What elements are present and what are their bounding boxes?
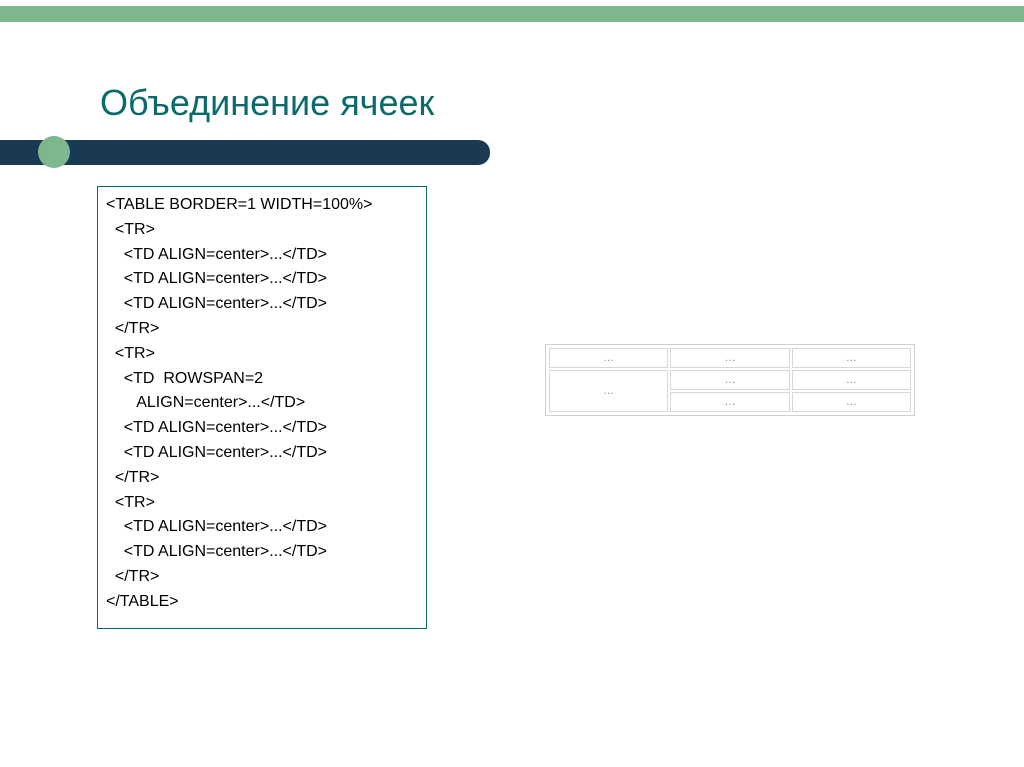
- slide-frame: Объединение ячеек <TABLE BORDER=1 WIDTH=…: [0, 6, 1024, 761]
- code-line: <TD ROWSPAN=2: [106, 367, 418, 392]
- code-line: </TABLE>: [106, 590, 418, 615]
- title-underline-cap: [38, 136, 70, 168]
- code-line: <TD ALIGN=center>...</TD>: [106, 416, 418, 441]
- code-box: <TABLE BORDER=1 WIDTH=100%> <TR> <TD ALI…: [97, 186, 427, 629]
- code-line: <TD ALIGN=center>...</TD>: [106, 515, 418, 540]
- code-line: <TD ALIGN=center>...</TD>: [106, 292, 418, 317]
- table-cell: …: [792, 370, 911, 390]
- code-line: <TABLE BORDER=1 WIDTH=100%>: [106, 193, 418, 218]
- code-line: </TR>: [106, 317, 418, 342]
- code-line: <TR>: [106, 218, 418, 243]
- table-cell: …: [670, 392, 789, 412]
- table-cell: …: [670, 348, 789, 368]
- code-line: <TR>: [106, 491, 418, 516]
- code-line: <TD ALIGN=center>...</TD>: [106, 267, 418, 292]
- example-table-container: … … … … … … … …: [545, 344, 915, 416]
- title-underline-bar: [0, 140, 490, 165]
- table-cell: …: [549, 348, 668, 368]
- code-line: <TR>: [106, 342, 418, 367]
- code-line: </TR>: [106, 466, 418, 491]
- table-row: … … …: [549, 348, 911, 368]
- table-cell-rowspan: …: [549, 370, 668, 412]
- code-line: <TD ALIGN=center>...</TD>: [106, 243, 418, 268]
- code-line: <TD ALIGN=center>...</TD>: [106, 441, 418, 466]
- table-row: … … …: [549, 370, 911, 390]
- table-cell: …: [792, 348, 911, 368]
- code-line: ALIGN=center>...</TD>: [106, 391, 418, 416]
- page-title: Объединение ячеек: [100, 82, 434, 124]
- table-cell: …: [792, 392, 911, 412]
- table-cell: …: [670, 370, 789, 390]
- code-line: <TD ALIGN=center>...</TD>: [106, 540, 418, 565]
- code-line: </TR>: [106, 565, 418, 590]
- example-table: … … … … … … … …: [547, 346, 913, 414]
